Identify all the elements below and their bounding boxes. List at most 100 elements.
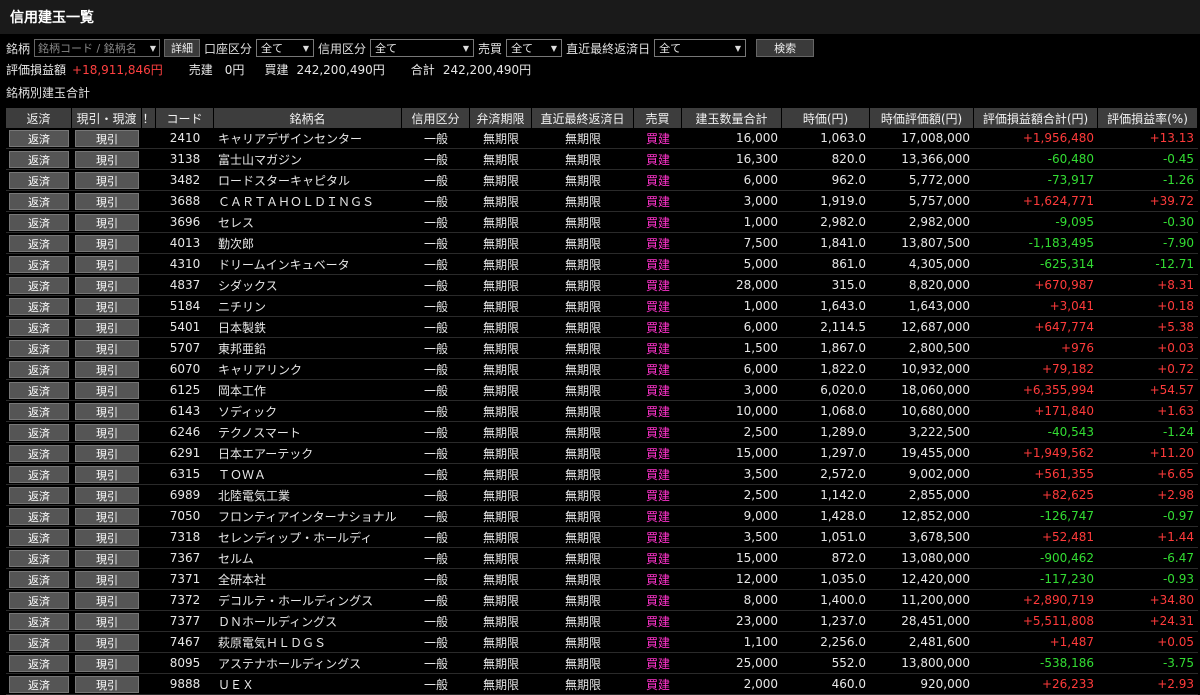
- search-button[interactable]: 検索: [756, 39, 815, 57]
- col-qty[interactable]: 建玉数量合計: [682, 108, 782, 128]
- hensai-button[interactable]: 返済: [9, 423, 69, 441]
- col-price[interactable]: 時価(円): [782, 108, 870, 128]
- genbiki-button[interactable]: 現引: [75, 360, 139, 378]
- genbiki-button[interactable]: 現引: [75, 255, 139, 273]
- genbiki-button[interactable]: 現引: [75, 171, 139, 189]
- account-select[interactable]: 全て ▼: [256, 39, 315, 57]
- col-genbiki[interactable]: 現引・現渡: [72, 108, 142, 128]
- hensai-button[interactable]: 返済: [9, 570, 69, 588]
- genbiki-button[interactable]: 現引: [75, 276, 139, 294]
- hensai-button[interactable]: 返済: [9, 297, 69, 315]
- col-kubun[interactable]: 信用区分: [402, 108, 470, 128]
- name-cell[interactable]: テクノスマート: [214, 422, 402, 443]
- genbiki-button[interactable]: 現引: [75, 444, 139, 462]
- name-cell[interactable]: 日本製鉄: [214, 317, 402, 338]
- hensai-button[interactable]: 返済: [9, 528, 69, 546]
- name-cell[interactable]: アステナホールディングス: [214, 653, 402, 674]
- name-cell[interactable]: セレンディップ・ホールディ: [214, 527, 402, 548]
- hensai-button[interactable]: 返済: [9, 276, 69, 294]
- credit-select[interactable]: 全て ▼: [370, 39, 475, 57]
- col-pl[interactable]: 評価損益額合計(円): [974, 108, 1098, 128]
- name-cell[interactable]: 萩原電気ＨＬＤＧＳ: [214, 632, 402, 653]
- name-cell[interactable]: ＵＥＸ: [214, 674, 402, 695]
- genbiki-button[interactable]: 現引: [75, 570, 139, 588]
- hensai-button[interactable]: 返済: [9, 612, 69, 630]
- genbiki-button[interactable]: 現引: [75, 129, 139, 147]
- name-cell[interactable]: デコルテ・ホールディングス: [214, 590, 402, 611]
- name-cell[interactable]: ＴＯＷＡ: [214, 464, 402, 485]
- hensai-button[interactable]: 返済: [9, 255, 69, 273]
- name-cell[interactable]: ソディック: [214, 401, 402, 422]
- trade-select[interactable]: 全て ▼: [506, 39, 563, 57]
- hensai-button[interactable]: 返済: [9, 507, 69, 525]
- name-cell[interactable]: 北陸電気工業: [214, 485, 402, 506]
- genbiki-button[interactable]: 現引: [75, 465, 139, 483]
- hensai-button[interactable]: 返済: [9, 150, 69, 168]
- col-value[interactable]: 時価評価額(円): [870, 108, 974, 128]
- name-cell[interactable]: 全研本社: [214, 569, 402, 590]
- col-rate[interactable]: 評価損益率(%): [1098, 108, 1198, 128]
- genbiki-button[interactable]: 現引: [75, 612, 139, 630]
- col-hensai[interactable]: 返済: [6, 108, 72, 128]
- genbiki-button[interactable]: 現引: [75, 528, 139, 546]
- genbiki-button[interactable]: 現引: [75, 507, 139, 525]
- genbiki-button[interactable]: 現引: [75, 675, 139, 693]
- name-cell[interactable]: ＣＡＲＴＡＨＯＬＤＩＮＧＳ: [214, 191, 402, 212]
- genbiki-button[interactable]: 現引: [75, 150, 139, 168]
- name-cell[interactable]: ニチリン: [214, 296, 402, 317]
- name-cell[interactable]: フロンティアインターナショナル: [214, 506, 402, 527]
- name-cell[interactable]: 富士山マガジン: [214, 149, 402, 170]
- genbiki-button[interactable]: 現引: [75, 297, 139, 315]
- col-side[interactable]: 売買: [634, 108, 682, 128]
- hensai-button[interactable]: 返済: [9, 381, 69, 399]
- hensai-button[interactable]: 返済: [9, 234, 69, 252]
- name-cell[interactable]: セルム: [214, 548, 402, 569]
- hensai-button[interactable]: 返済: [9, 465, 69, 483]
- col-due[interactable]: 直近最終返済日: [532, 108, 634, 128]
- genbiki-button[interactable]: 現引: [75, 591, 139, 609]
- hensai-button[interactable]: 返済: [9, 444, 69, 462]
- name-cell[interactable]: キャリアリンク: [214, 359, 402, 380]
- hensai-button[interactable]: 返済: [9, 486, 69, 504]
- hensai-button[interactable]: 返済: [9, 192, 69, 210]
- hensai-button[interactable]: 返済: [9, 129, 69, 147]
- name-cell[interactable]: 勤次郎: [214, 233, 402, 254]
- genbiki-button[interactable]: 現引: [75, 549, 139, 567]
- genbiki-button[interactable]: 現引: [75, 213, 139, 231]
- genbiki-button[interactable]: 現引: [75, 381, 139, 399]
- hensai-button[interactable]: 返済: [9, 654, 69, 672]
- hensai-button[interactable]: 返済: [9, 549, 69, 567]
- name-cell[interactable]: 日本エアーテック: [214, 443, 402, 464]
- hensai-button[interactable]: 返済: [9, 675, 69, 693]
- col-mark[interactable]: ！: [142, 108, 156, 128]
- meigara-search-input[interactable]: 銘柄コード / 銘柄名 ▼: [34, 39, 161, 57]
- hensai-button[interactable]: 返済: [9, 402, 69, 420]
- hensai-button[interactable]: 返済: [9, 171, 69, 189]
- name-cell[interactable]: シダックス: [214, 275, 402, 296]
- due-select[interactable]: 全て ▼: [654, 39, 747, 57]
- name-cell[interactable]: ＤＮホールディングス: [214, 611, 402, 632]
- genbiki-button[interactable]: 現引: [75, 486, 139, 504]
- name-cell[interactable]: セレス: [214, 212, 402, 233]
- hensai-button[interactable]: 返済: [9, 633, 69, 651]
- col-kigen[interactable]: 弁済期限: [470, 108, 532, 128]
- genbiki-button[interactable]: 現引: [75, 318, 139, 336]
- name-cell[interactable]: ロードスターキャピタル: [214, 170, 402, 191]
- hensai-button[interactable]: 返済: [9, 360, 69, 378]
- genbiki-button[interactable]: 現引: [75, 402, 139, 420]
- genbiki-button[interactable]: 現引: [75, 234, 139, 252]
- genbiki-button[interactable]: 現引: [75, 192, 139, 210]
- chevron-down-icon[interactable]: ▼: [150, 44, 156, 53]
- genbiki-button[interactable]: 現引: [75, 339, 139, 357]
- hensai-button[interactable]: 返済: [9, 591, 69, 609]
- name-cell[interactable]: ドリームインキュベータ: [214, 254, 402, 275]
- hensai-button[interactable]: 返済: [9, 339, 69, 357]
- genbiki-button[interactable]: 現引: [75, 423, 139, 441]
- col-name[interactable]: 銘柄名: [214, 108, 402, 128]
- name-cell[interactable]: キャリアデザインセンター: [214, 128, 402, 149]
- genbiki-button[interactable]: 現引: [75, 654, 139, 672]
- name-cell[interactable]: 東邦亜鉛: [214, 338, 402, 359]
- hensai-button[interactable]: 返済: [9, 318, 69, 336]
- col-code[interactable]: コード: [156, 108, 214, 128]
- hensai-button[interactable]: 返済: [9, 213, 69, 231]
